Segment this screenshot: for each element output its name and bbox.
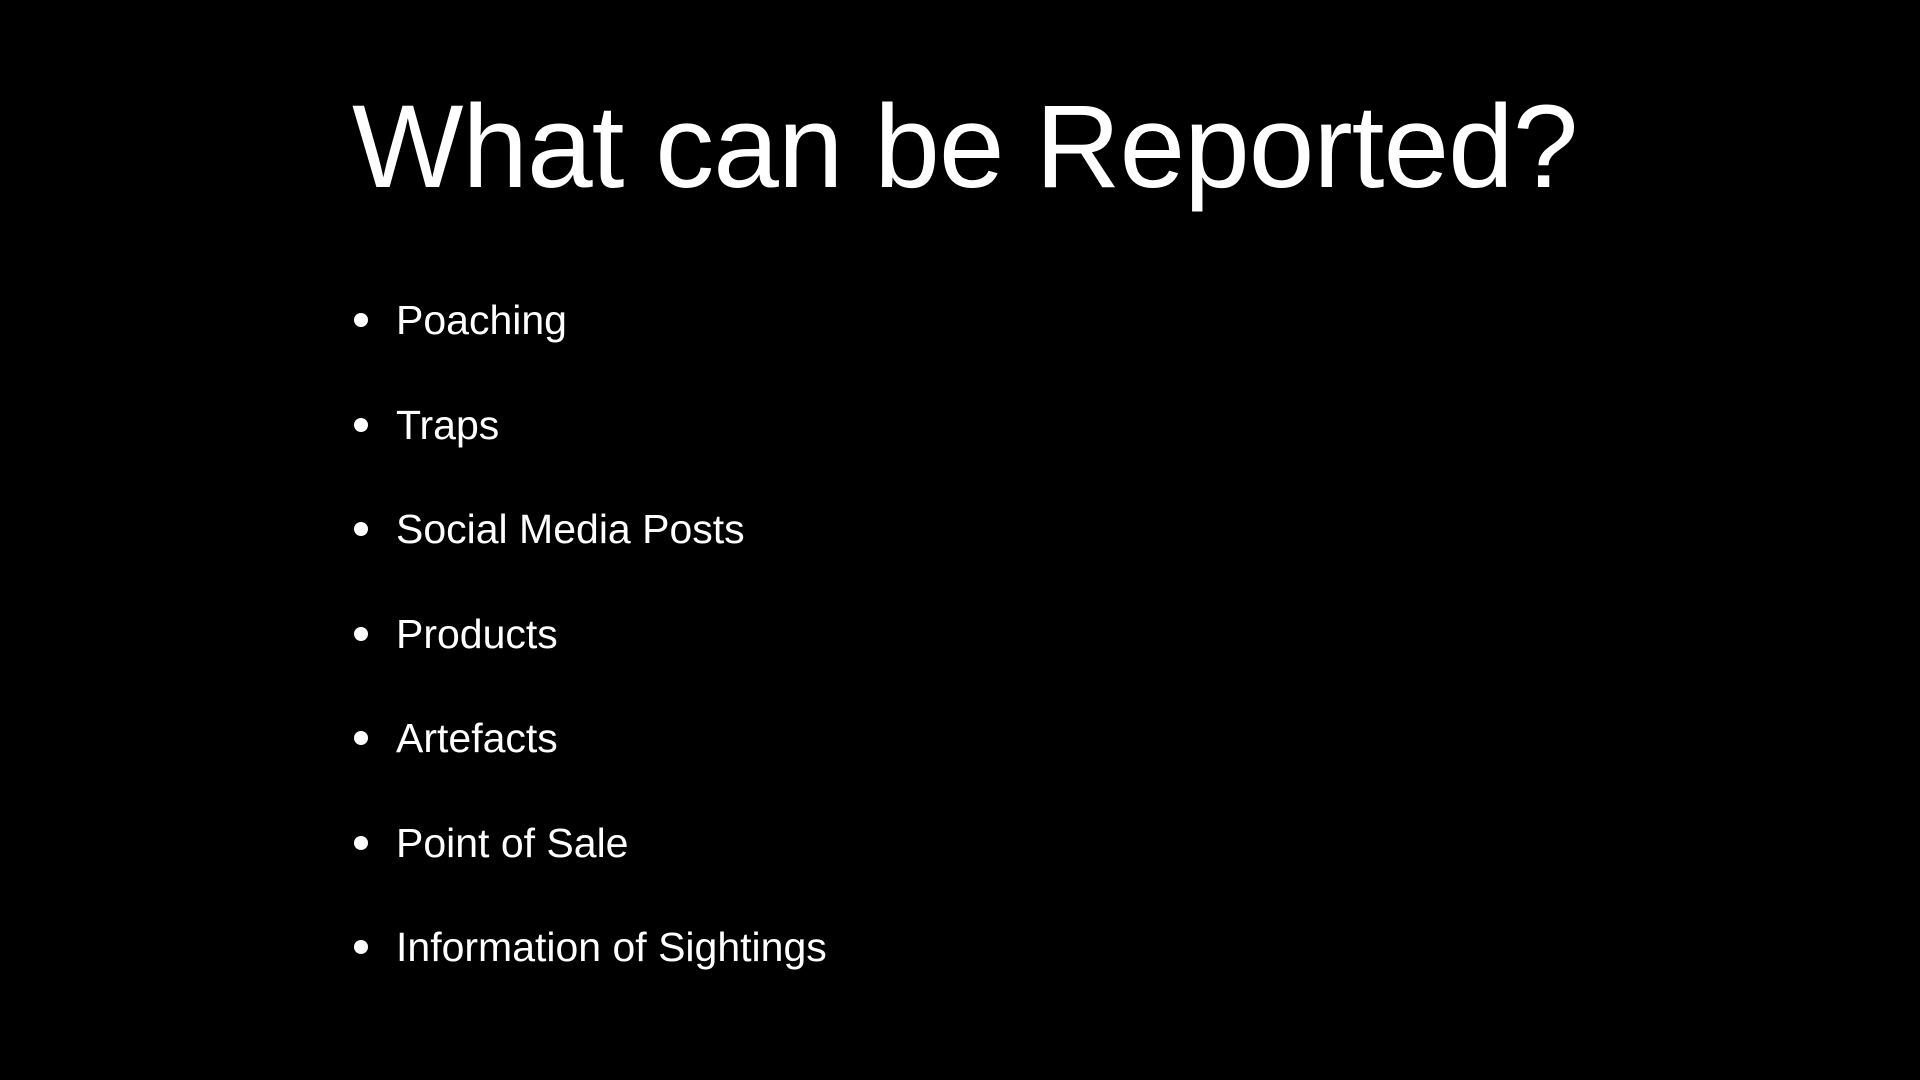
bullet-label: Artefacts xyxy=(396,715,558,761)
slide: What can be Reported? Poaching Traps Soc… xyxy=(0,0,1920,1080)
bullet-dot-icon xyxy=(354,313,368,327)
bullet-dot-icon xyxy=(354,626,368,641)
slide-title: What can be Reported? xyxy=(352,81,1578,213)
bullet-dot-icon xyxy=(354,731,368,745)
bullet-dot-icon xyxy=(354,522,368,536)
bullet-dot-icon xyxy=(354,940,368,954)
bullet-label: Information of Sightings xyxy=(396,924,827,970)
bullet-dot-icon xyxy=(354,835,368,850)
bullet-label: Traps xyxy=(396,401,500,448)
bullet-label: Social Media Posts xyxy=(396,506,745,552)
bullet-label: Poaching xyxy=(396,297,567,343)
bullet-label: Products xyxy=(396,610,558,657)
bullet-label: Point of Sale xyxy=(396,819,629,866)
bullet-dot-icon xyxy=(354,417,368,432)
